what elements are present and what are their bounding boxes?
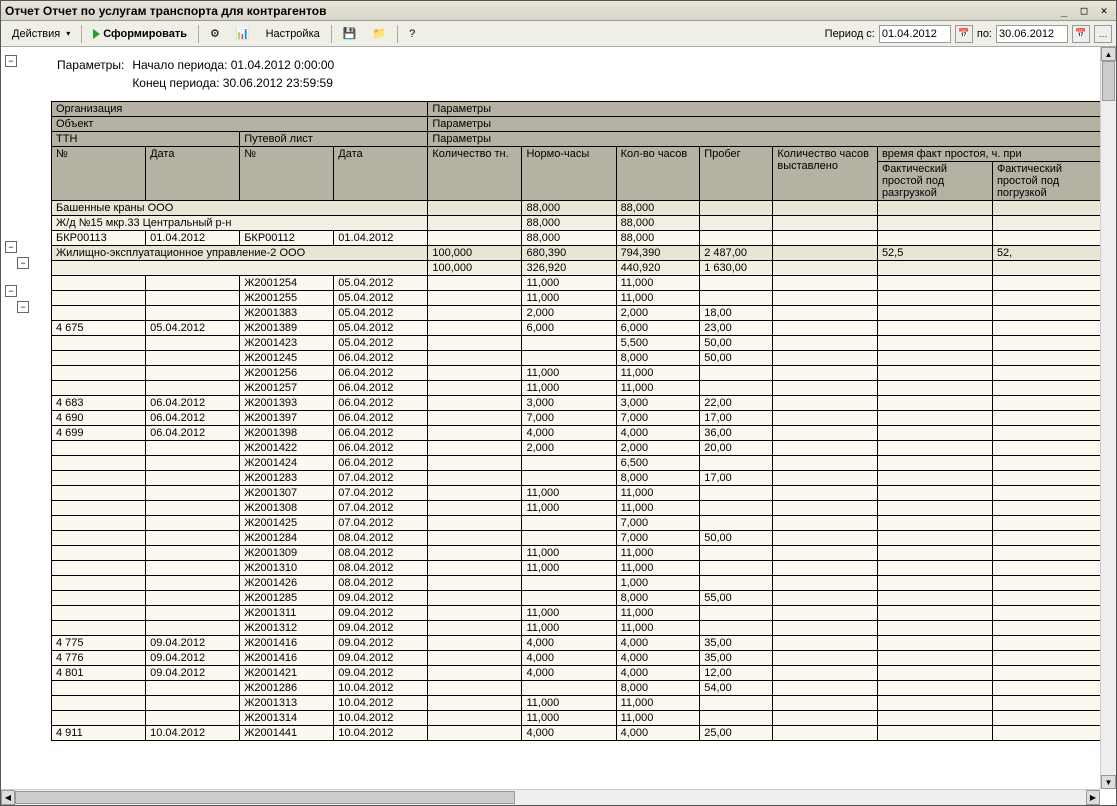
col-ttn: ТТН xyxy=(52,132,240,147)
table-row[interactable]: 4 69906.04.2012Ж200139806.04.20124,0004,… xyxy=(52,426,1108,441)
tree-gutter: − − − − − xyxy=(1,47,51,805)
table-row[interactable]: Ж200128307.04.20128,00017,00 xyxy=(52,471,1108,486)
params-start: Начало периода: 01.04.2012 0:00:00 xyxy=(132,57,340,73)
table-row[interactable]: Ж200128610.04.20128,00054,00 xyxy=(52,681,1108,696)
table-row[interactable]: Ж200125505.04.201211,00011,000 xyxy=(52,291,1108,306)
tree-collapse-node[interactable]: − xyxy=(5,241,17,253)
table-row[interactable]: 4 91110.04.2012Ж200144110.04.20124,0004,… xyxy=(52,726,1108,741)
tree-collapse-node[interactable]: − xyxy=(17,257,29,269)
vertical-scrollbar[interactable]: ▲ ▼ xyxy=(1100,47,1116,789)
scroll-thumb[interactable] xyxy=(1102,61,1115,101)
settings-button[interactable]: Настройка xyxy=(259,24,327,44)
col-idle-load: Фактический простой под погрузкой xyxy=(992,162,1107,201)
table-row[interactable]: Башенные краны ООО88,00088,000 xyxy=(52,201,1108,216)
help-icon[interactable]: ? xyxy=(402,24,422,44)
table-row[interactable]: Ж200138305.04.20122,0002,00018,00 xyxy=(52,306,1108,321)
period-from-label: Период с: xyxy=(825,28,875,40)
table-row[interactable]: Ж200142305.04.20125,50050,00 xyxy=(52,336,1108,351)
col-hours: Кол-во часов xyxy=(616,147,700,201)
horizontal-scrollbar[interactable]: ◀ ▶ xyxy=(1,789,1100,805)
period-to-label: по: xyxy=(977,28,992,40)
table-row[interactable]: Ж200125606.04.201211,00011,000 xyxy=(52,366,1108,381)
content-area: − − − − − Параметры:Начало периода: 01.0… xyxy=(1,47,1116,805)
maximize-button[interactable]: □ xyxy=(1076,4,1092,18)
table-row[interactable]: Жилищно-эксплуатационное управление-2 ОО… xyxy=(52,246,1108,261)
table-row[interactable]: 100,000326,920440,9201 630,00 xyxy=(52,261,1108,276)
params-end: Конец периода: 30.06.2012 23:59:59 xyxy=(132,75,340,91)
table-row[interactable]: Ж200130908.04.201211,00011,000 xyxy=(52,546,1108,561)
scroll-down-icon[interactable]: ▼ xyxy=(1101,775,1116,789)
col-no: № xyxy=(52,147,146,201)
table-row[interactable]: Ж200131310.04.201211,00011,000 xyxy=(52,696,1108,711)
scroll-thumb[interactable] xyxy=(15,791,515,804)
scroll-right-icon[interactable]: ▶ xyxy=(1086,790,1100,805)
table-row[interactable]: Ж200142406.04.20126,500 xyxy=(52,456,1108,471)
scroll-up-icon[interactable]: ▲ xyxy=(1101,47,1116,61)
col-idle-group: время факт простоя, ч. при xyxy=(877,147,1107,162)
table-row[interactable]: Ж200142608.04.20121,000 xyxy=(52,576,1108,591)
period-dialog-button[interactable]: … xyxy=(1094,25,1112,43)
tree-collapse-node[interactable]: − xyxy=(5,55,17,67)
col-param: Параметры xyxy=(428,102,1108,117)
period-to-input[interactable] xyxy=(996,25,1068,43)
table-row[interactable]: Ж200130707.04.201211,00011,000 xyxy=(52,486,1108,501)
play-icon xyxy=(93,29,100,39)
table-row[interactable]: 4 69006.04.2012Ж200139706.04.20127,0007,… xyxy=(52,411,1108,426)
col-date: Дата xyxy=(146,147,240,201)
period-from-input[interactable] xyxy=(879,25,951,43)
params-label: Параметры: xyxy=(57,57,130,73)
report-table: Организация Параметры Объект Параметры Т… xyxy=(51,101,1108,741)
table-row[interactable]: Ж200131209.04.201211,00011,000 xyxy=(52,621,1108,636)
table-row[interactable]: Ж200128509.04.20128,00055,00 xyxy=(52,591,1108,606)
period-to-calendar-icon[interactable]: 📅 xyxy=(1072,25,1090,43)
table-row[interactable]: 4 77609.04.2012Ж200141609.04.20124,0004,… xyxy=(52,651,1108,666)
table-row[interactable]: Ж/д №15 мкр.33 Центральный р-н88,00088,0… xyxy=(52,216,1108,231)
col-org: Организация xyxy=(52,102,428,117)
table-row[interactable]: Ж200142507.04.20127,000 xyxy=(52,516,1108,531)
col-waybill: Путевой лист xyxy=(240,132,428,147)
param-block: Параметры:Начало периода: 01.04.2012 0:0… xyxy=(55,55,342,93)
col-obj: Объект xyxy=(52,117,428,132)
table-row[interactable]: Ж200130807.04.201211,00011,000 xyxy=(52,501,1108,516)
toolbar: Действия Сформировать ⚙ 📊 Настройка 💾 📁 … xyxy=(1,21,1116,47)
period-from-calendar-icon[interactable]: 📅 xyxy=(955,25,973,43)
col-normh: Нормо-часы xyxy=(522,147,616,201)
scroll-left-icon[interactable]: ◀ xyxy=(1,790,15,805)
table-row[interactable]: 4 67505.04.2012Ж200138905.04.20126,0006,… xyxy=(52,321,1108,336)
table-row[interactable]: Ж200124506.04.20128,00050,00 xyxy=(52,351,1108,366)
window-title: Отчет Отчет по услугам транспорта для ко… xyxy=(5,4,1056,18)
table-row[interactable]: БКР0011301.04.2012БКР0011201.04.201288,0… xyxy=(52,231,1108,246)
actions-menu[interactable]: Действия xyxy=(5,24,77,44)
table-row[interactable]: 4 68306.04.2012Ж200139306.04.20123,0003,… xyxy=(52,396,1108,411)
table-row[interactable]: Ж200125706.04.201211,00011,000 xyxy=(52,381,1108,396)
construct-icon[interactable]: 📊 xyxy=(229,24,257,44)
filter-icon[interactable]: ⚙ xyxy=(203,24,227,44)
table-row[interactable]: Ж200131410.04.201211,00011,000 xyxy=(52,711,1108,726)
save-settings-icon[interactable]: 💾 xyxy=(336,24,364,44)
col-mileage: Пробег xyxy=(700,147,773,201)
col-idle-unload: Фактический простой под разгрузкой xyxy=(877,162,992,201)
table-row[interactable]: Ж200128408.04.20127,00050,00 xyxy=(52,531,1108,546)
minimize-button[interactable]: _ xyxy=(1056,4,1072,18)
col-qty: Количество тн. xyxy=(428,147,522,201)
col-billed: Количество часов выставлено xyxy=(773,147,878,201)
tree-collapse-node[interactable]: − xyxy=(17,301,29,313)
table-row[interactable]: Ж200131109.04.201211,00011,000 xyxy=(52,606,1108,621)
table-row[interactable]: Ж200125405.04.201211,00011,000 xyxy=(52,276,1108,291)
form-button[interactable]: Сформировать xyxy=(86,24,194,44)
table-row[interactable]: Ж200131008.04.201211,00011,000 xyxy=(52,561,1108,576)
load-settings-icon[interactable]: 📁 xyxy=(365,24,393,44)
report-area[interactable]: Параметры:Начало периода: 01.04.2012 0:0… xyxy=(51,47,1116,805)
table-row[interactable]: 4 77509.04.2012Ж200141609.04.20124,0004,… xyxy=(52,636,1108,651)
tree-collapse-node[interactable]: − xyxy=(5,285,17,297)
close-button[interactable]: ✕ xyxy=(1096,4,1112,18)
table-row[interactable]: Ж200142206.04.20122,0002,00020,00 xyxy=(52,441,1108,456)
titlebar: Отчет Отчет по услугам транспорта для ко… xyxy=(1,1,1116,21)
table-row[interactable]: 4 80109.04.2012Ж200142109.04.20124,0004,… xyxy=(52,666,1108,681)
period-box: Период с: 📅 по: 📅 … xyxy=(825,25,1112,43)
